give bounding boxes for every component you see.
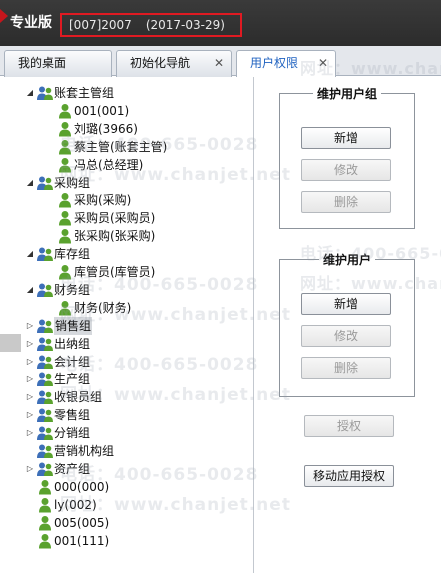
group-add-button[interactable]: 新增: [301, 127, 391, 149]
watermark-site: 网址：www.chanjet.net: [60, 305, 291, 325]
collapse-icon[interactable]: ◢: [24, 84, 36, 102]
watermark-phone: 电话：400-665-0028: [60, 275, 259, 295]
tree-item-label: 账套主管组: [54, 86, 115, 100]
tree-item-label: 库存组: [54, 247, 91, 262]
expand-icon[interactable]: ▷: [24, 353, 36, 371]
watermark-phone: 电话：400-665-0028: [60, 355, 259, 375]
expand-icon[interactable]: ▷: [24, 406, 36, 424]
user-icon: [36, 497, 54, 513]
expand-icon[interactable]: ▷: [24, 388, 36, 406]
collapse-icon[interactable]: ◢: [24, 174, 36, 192]
tree-item-label: 张采购(张采购): [74, 229, 156, 244]
user-icon: [36, 515, 54, 531]
tab-my-desktop[interactable]: 我的桌面: [4, 50, 112, 77]
user-delete-button[interactable]: 删除: [301, 357, 391, 379]
tree-user-item[interactable]: 张采购(张采购): [56, 227, 155, 245]
account-date: (2017-03-29): [145, 18, 225, 32]
expand-icon[interactable]: ▷: [24, 460, 36, 478]
mobile-authorize-button[interactable]: 移动应用授权: [304, 465, 394, 487]
expand-icon[interactable]: ▷: [24, 335, 36, 353]
maintain-group-title-wrap: 维护用户组: [280, 85, 414, 102]
user-group-icon: [36, 85, 54, 101]
watermark-phone: 电话：400-665-0028: [60, 465, 259, 485]
user-group-icon: [36, 371, 54, 387]
title-bar: 专业版 [007]2007 (2017-03-29): [0, 0, 441, 46]
tree-item-label: 营销机构组: [54, 444, 115, 458]
tree-item-label: 分销组: [54, 426, 91, 441]
account-code: [007]2007: [69, 18, 132, 32]
close-icon[interactable]: ✕: [214, 51, 224, 76]
user-icon: [56, 192, 74, 208]
tree-user-item[interactable]: 001(001): [56, 102, 129, 120]
group-delete-button[interactable]: 删除: [301, 191, 391, 213]
user-edit-button[interactable]: 修改: [301, 325, 391, 347]
collapse-icon[interactable]: ◢: [24, 281, 36, 299]
watermark-phone: 电话：400-665-0028: [60, 135, 259, 155]
tree-group-item[interactable]: ▷ 分销组: [24, 424, 90, 442]
user-icon: [36, 533, 54, 549]
watermark-site: 网址：www.chanjet.net: [60, 495, 291, 515]
watermark-phone: 电话：400-665-0028: [300, 244, 441, 263]
tree-group-item[interactable]: ▷ 零售组: [24, 406, 90, 424]
expand-icon[interactable]: ▷: [24, 370, 36, 388]
user-group-icon: [36, 407, 54, 423]
tree-item-label: 采购(采购): [74, 193, 132, 208]
user-group-icon: [36, 246, 54, 262]
tree-group-item[interactable]: ◢ 库存组: [24, 245, 90, 263]
tab-label: 我的桌面: [18, 56, 67, 70]
tree-item-label: 001(111): [54, 533, 110, 548]
maintain-group-title: 维护用户组: [312, 87, 381, 101]
user-group-icon: [36, 282, 54, 298]
tree-user-item[interactable]: 001(111): [24, 532, 109, 550]
user-icon: [36, 479, 54, 495]
tree-item-label: 零售组: [54, 408, 91, 423]
user-icon: [56, 103, 74, 119]
tree-item-label: 005(005): [54, 515, 110, 530]
tree-user-item[interactable]: 采购(采购): [56, 191, 131, 209]
tab-init-guide[interactable]: 初始化导航 ✕: [116, 50, 232, 77]
tab-label: 初始化导航: [130, 56, 191, 70]
tree-item-label: 001(001): [74, 103, 130, 118]
tree-group-item[interactable]: 营销机构组: [24, 442, 114, 460]
authorize-button[interactable]: 授权: [304, 415, 394, 437]
user-group-icon: [36, 354, 54, 370]
splitter-handle[interactable]: [0, 334, 21, 352]
user-group-icon: [36, 318, 54, 334]
user-icon: [56, 210, 74, 226]
user-group-icon: [36, 425, 54, 441]
user-add-button[interactable]: 新增: [301, 293, 391, 315]
tree-item-label: 采购员(采购员): [74, 211, 156, 226]
user-group-icon: [36, 336, 54, 352]
user-group-icon: [36, 389, 54, 405]
user-group-icon: [36, 175, 54, 191]
user-group-icon: [36, 443, 54, 459]
collapse-icon[interactable]: ◢: [24, 245, 36, 263]
watermark-site: 网址：www.chanjet.net: [300, 274, 441, 293]
expand-icon[interactable]: ▷: [24, 317, 36, 335]
user-icon: [56, 228, 74, 244]
watermark-site: 网址：www.chanjet.net: [60, 385, 291, 405]
group-edit-button[interactable]: 修改: [301, 159, 391, 181]
tree-group-item[interactable]: ◢ 账套主管组: [24, 84, 114, 102]
tab-label: 用户权限: [250, 56, 299, 70]
tree-user-item[interactable]: 采购员(采购员): [56, 209, 155, 227]
watermark-site: 网址：www.chanjet.net: [300, 59, 441, 78]
app-edge-marker: [0, 9, 8, 23]
user-group-icon: [36, 461, 54, 477]
app-title: 专业版: [10, 15, 52, 31]
expand-icon[interactable]: ▷: [24, 424, 36, 442]
tree-user-item[interactable]: 005(005): [24, 514, 109, 532]
account-info-box: [007]2007 (2017-03-29): [60, 13, 242, 37]
watermark-site: 网址：www.chanjet.net: [60, 165, 291, 185]
